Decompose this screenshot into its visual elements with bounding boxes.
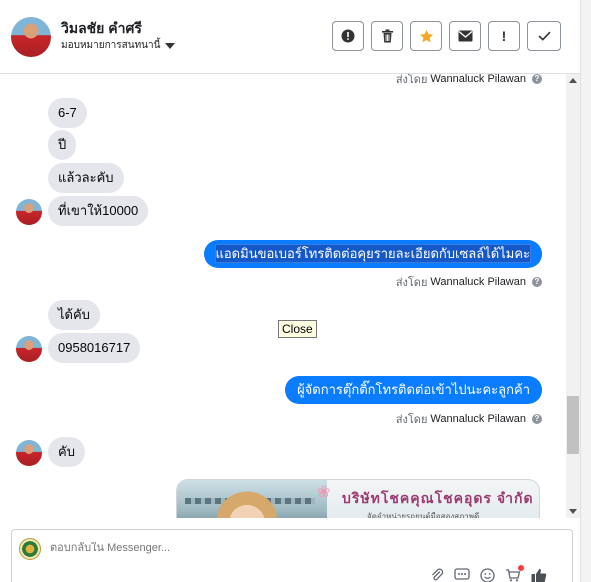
contact-name[interactable]: วิมลชัย คำศรี <box>61 18 142 40</box>
incoming-message[interactable]: ได้คับ <box>48 300 100 330</box>
company-name: บริษัทโชคคุณโชคอุดร จำกัด <box>342 490 534 506</box>
star-button[interactable] <box>410 21 442 51</box>
incoming-message[interactable]: แล้วละคับ <box>48 163 124 193</box>
conversation-toolbar: ! <box>332 21 561 51</box>
incoming-message[interactable]: คับ <box>48 437 85 467</box>
contact-avatar-small <box>16 336 42 362</box>
emoji-icon[interactable] <box>480 568 495 582</box>
scroll-thumb[interactable] <box>567 396 579 454</box>
contact-avatar-small <box>16 440 42 466</box>
help-icon[interactable]: ? <box>532 414 542 424</box>
assign-conversation-dropdown[interactable]: มอบหมายการสนทนานี้ <box>61 38 176 53</box>
sent-by-prefix: ส่งโดย <box>395 277 428 289</box>
outgoing-message[interactable]: ผู้จัดการตุ๊กติ๊กโทรติดต่อเข้าไปนะคะลูกค… <box>285 376 542 404</box>
sender-name: Wannaluck Pilawan <box>430 74 526 85</box>
sender-name: Wannaluck Pilawan <box>430 276 526 288</box>
thread-scrollbar[interactable] <box>566 74 580 518</box>
incoming-message[interactable]: ที่เขาให้10000 <box>48 196 149 226</box>
sent-by-prefix: ส่งโดย <box>395 74 428 86</box>
outgoing-message-text: แอดมินขอเบอร์โทรติดต่อคุยรายละเอียดกับเซ… <box>214 244 531 263</box>
ribbon-icon: ❀ <box>317 484 331 501</box>
help-icon[interactable]: ? <box>532 277 542 287</box>
scroll-up-icon[interactable] <box>569 78 577 83</box>
help-icon[interactable]: ? <box>532 74 542 84</box>
follow-up-button[interactable]: ! <box>488 21 520 51</box>
trash-icon <box>381 29 393 43</box>
reply-input[interactable] <box>50 542 350 554</box>
image-message[interactable]: ❀ บริษัทโชคคุณโชคอุดร จำกัด จัดจำหน่ายรถ… <box>176 479 540 518</box>
close-tooltip: Close <box>278 320 317 338</box>
company-tagline: จัดจำหน่ายรถยนต์มือสองสภาพดี <box>367 512 480 518</box>
contact-avatar-small <box>16 199 42 225</box>
star-icon <box>419 29 433 42</box>
composer-actions <box>430 565 547 582</box>
incoming-message[interactable]: ปี <box>48 130 77 160</box>
mark-unread-button[interactable] <box>449 21 481 51</box>
envelope-icon <box>458 30 472 42</box>
sent-by-label: ส่งโดย Wannaluck Pilawan ? <box>396 273 542 291</box>
incoming-message[interactable]: 0958016717 <box>48 333 141 363</box>
spam-button[interactable] <box>332 21 364 51</box>
alert-circle-icon <box>341 29 355 43</box>
shop-icon[interactable] <box>505 565 524 582</box>
paperclip-icon[interactable] <box>430 568 444 582</box>
outgoing-message[interactable]: แอดมินขอเบอร์โทรติดต่อคุยรายละเอียดกับเซ… <box>203 240 542 268</box>
assign-label: มอบหมายการสนทนานี้ <box>61 40 161 51</box>
like-icon[interactable] <box>531 568 547 582</box>
message-thread: ส่งโดย Wannaluck Pilawan ? 6-7 ปี แล้วละ… <box>0 74 566 518</box>
page-avatar <box>19 538 41 560</box>
scroll-down-icon[interactable] <box>569 509 577 514</box>
sent-by-label: ส่งโดย Wannaluck Pilawan ? <box>396 410 542 428</box>
panel-edge <box>580 0 591 582</box>
sent-by-label: ส่งโดย Wannaluck Pilawan ? <box>396 74 542 88</box>
mark-done-button[interactable] <box>527 21 561 51</box>
incoming-message[interactable]: 6-7 <box>48 98 87 128</box>
saved-reply-icon[interactable] <box>454 568 470 582</box>
check-icon <box>537 31 551 41</box>
reply-composer <box>11 529 573 582</box>
sender-name: Wannaluck Pilawan <box>430 413 526 425</box>
contact-avatar[interactable] <box>11 17 51 57</box>
sent-by-prefix: ส่งโดย <box>395 414 428 426</box>
delete-button[interactable] <box>371 21 403 51</box>
exclamation-icon: ! <box>501 28 507 44</box>
conversation-header: วิมลชัย คำศรี มอบหมายการสนทนานี้ ! <box>0 0 580 74</box>
caret-down-icon <box>165 42 176 49</box>
notification-dot <box>518 565 524 571</box>
